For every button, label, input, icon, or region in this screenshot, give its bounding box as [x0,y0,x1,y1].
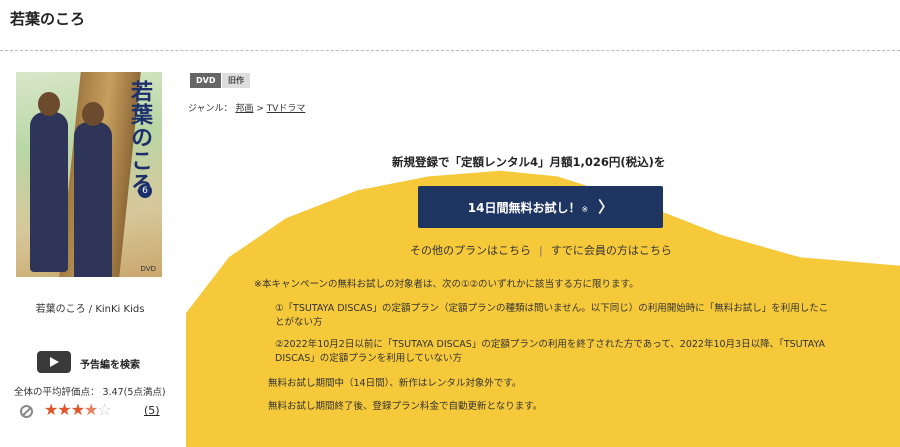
star-icon: ★ [70,400,85,419]
star-icon: ★ [44,400,58,419]
genre-breadcrumb: ジャンル： 邦画 > TVドラマ [188,101,305,114]
cover-dvd-tag: DVD [140,265,156,273]
terms-item-2: ②2022年10月2日以前に「TSUTAYA DISCAS」の定額プランの利用を… [275,339,826,364]
breadcrumb-separator: > [256,104,264,114]
genre-link-houga[interactable]: 邦画 [235,104,253,114]
terms-note-2: 無料お試し期間終了後、登録プラン料金で自動更新となります。 [268,401,543,412]
terms-note-1: 無料お試し期間中（14日間）、新作はレンタル対象外です。 [268,378,522,389]
genre-label: ジャンル： [188,104,233,114]
chevron-right-icon: 〉 [598,198,614,216]
old-release-badge: 旧作 [222,73,250,88]
star-icon: ★ [57,400,71,419]
genre-link-tvdrama[interactable]: TVドラマ [267,104,306,114]
header-divider [0,50,900,51]
member-login-link[interactable]: すでに会員の方はこちら [551,244,672,257]
dvd-badge: DVD [190,73,222,88]
page-title: 若葉のころ [10,10,86,28]
rating-stars: ★★★★☆ [44,400,112,419]
cover-title: 若葉のころ [127,80,153,195]
plan-links: その他のプランはこちら | すでに会員の方はこちら [410,242,672,258]
cover-person-right [74,122,112,277]
title-artist-caption: 若葉のころ / KinKi Kids [35,304,145,315]
trailer-search-button[interactable] [37,351,71,373]
terms-intro: ※本キャンペーンの無料お試しの対象者は、次の①②のいずれかに該当する方に限ります… [254,279,639,290]
free-trial-button[interactable]: 14日間無料お試し！※ 〉 [418,186,663,228]
average-rating-text: 全体の平均評価点： 3.47(5点満点) [14,387,166,398]
terms-item-1: ①「TSUTAYA DISCAS」の定額プラン（定額プランの種類は問いません。以… [275,303,829,328]
review-count-link[interactable]: (5) [144,404,160,417]
cover-head-left [38,92,60,116]
half-star-icon: ★ [84,400,98,419]
other-plans-link[interactable]: その他のプランはこちら [410,244,531,257]
empty-star-icon: ☆ [97,400,111,419]
cover-head-right [82,102,104,126]
not-interested-icon[interactable] [20,405,33,418]
free-trial-label: 14日間無料お試し！ [467,201,581,215]
cover-volume-badge: 6 [138,184,152,198]
link-separator: | [539,244,543,257]
cover-person-left [30,112,68,272]
free-trial-note-mark: ※ [581,205,589,214]
dvd-cover-image[interactable]: 若葉のころ 6 DVD [16,72,162,277]
play-icon [50,357,59,367]
campaign-headline: 新規登録で「定額レンタル4」月額1,026円(税込)を [392,155,666,169]
trailer-search-label[interactable]: 予告編を検索 [80,356,140,371]
